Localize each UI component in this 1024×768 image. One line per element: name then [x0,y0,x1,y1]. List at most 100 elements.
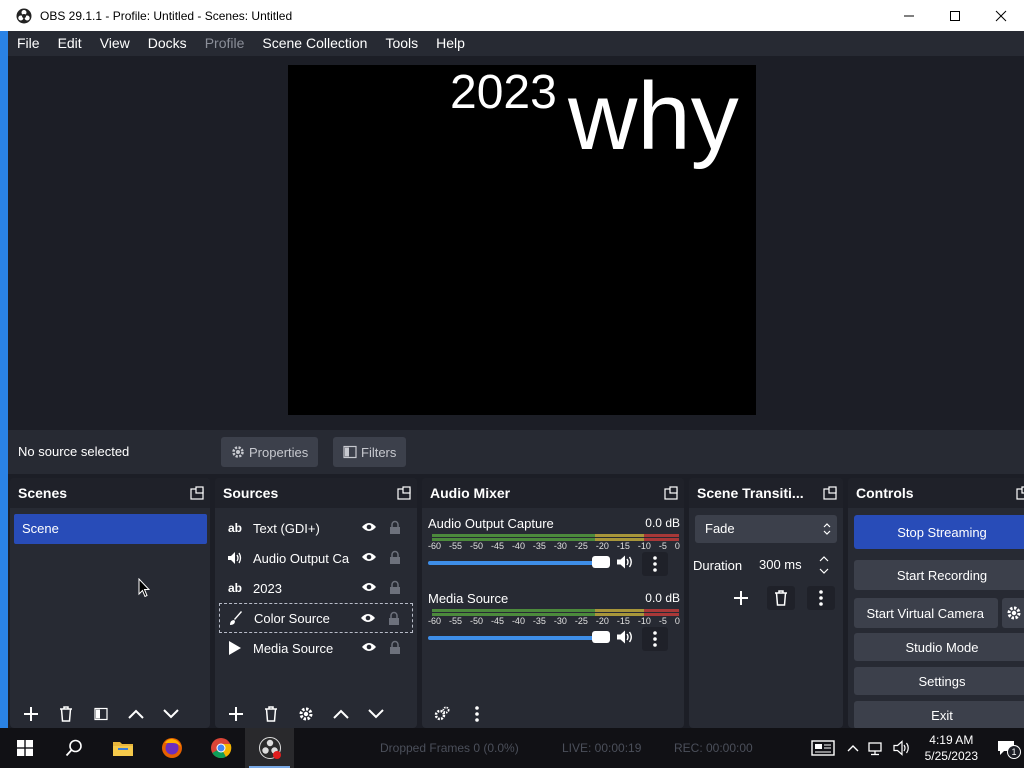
move-scene-up-button[interactable] [122,702,150,726]
meter-tick: -60 [428,541,442,551]
transition-select[interactable]: Fade [695,515,837,543]
lock-icon[interactable] [389,520,401,535]
undock-icon[interactable] [190,486,204,500]
menu-profile[interactable]: Profile [196,31,254,56]
menu-tools[interactable]: Tools [376,31,427,56]
remove-transition-button[interactable] [767,586,795,610]
chevron-up-icon[interactable] [847,744,859,752]
virtual-camera-settings-button[interactable] [1002,598,1024,628]
menu-help[interactable]: Help [427,31,474,56]
meter-tick: -60 [428,616,442,626]
exit-button[interactable]: Exit [854,701,1024,728]
preview-canvas[interactable]: 2023 why [288,65,756,415]
mixer-menu-button[interactable] [463,702,491,726]
folder-icon [112,742,133,756]
advanced-audio-button[interactable] [428,702,456,726]
notifications-button[interactable]: 1 [988,728,1024,768]
more-vertical-icon [653,631,657,647]
scene-item[interactable]: Scene [14,514,207,544]
volume-slider[interactable] [428,561,610,565]
volume-slider[interactable] [428,636,610,640]
transition-properties-button[interactable] [807,586,835,610]
window-titlebar: OBS 29.1.1 - Profile: Untitled - Scenes:… [0,0,1024,31]
channel-menu-button[interactable] [642,627,668,651]
filters-button[interactable]: Filters [333,437,407,467]
search-button[interactable] [49,728,98,768]
obs-logo-icon [16,8,32,23]
undock-icon[interactable] [664,486,678,500]
system-tray: 4:19 AM 5/25/2023 1 [810,728,1024,768]
channel-menu-button[interactable] [642,552,668,576]
lock-icon[interactable] [389,580,401,595]
firefox-button[interactable] [147,728,196,768]
volume-slider-handle[interactable] [592,631,610,643]
start-button[interactable] [0,728,49,768]
close-button[interactable] [978,0,1024,31]
meter-tick: -55 [448,616,462,626]
menu-file[interactable]: File [8,31,49,56]
source-item-text-gdi[interactable]: ab Text (GDI+) [219,513,413,543]
settings-button[interactable]: Settings [854,667,1024,695]
add-scene-button[interactable] [17,702,45,726]
duration-spinbox[interactable]: 300 ms [747,551,837,579]
start-virtual-camera-button[interactable]: Start Virtual Camera [854,598,998,628]
add-transition-button[interactable] [727,586,755,610]
more-vertical-icon [819,590,823,606]
move-source-down-button[interactable] [362,702,390,726]
undock-icon[interactable] [397,486,411,500]
chrome-button[interactable] [196,728,245,768]
volume-slider-handle[interactable] [592,556,610,568]
meter-tick: -50 [469,541,483,551]
move-source-up-button[interactable] [327,702,355,726]
menu-docks[interactable]: Docks [139,31,196,56]
volume-icon[interactable] [616,629,634,645]
sources-footer [215,700,417,728]
eye-icon[interactable] [361,641,377,653]
dropped-frames-status: Dropped Frames 0 (0.0%) [380,741,519,755]
network-icon[interactable] [867,740,885,756]
menu-scene-collection[interactable]: Scene Collection [253,31,376,56]
close-icon [995,10,1007,21]
lock-icon[interactable] [389,640,401,655]
remove-scene-button[interactable] [52,702,80,726]
source-properties-button[interactable] [292,702,320,726]
menu-edit[interactable]: Edit [49,31,91,56]
lock-icon[interactable] [389,550,401,565]
eye-icon[interactable] [361,521,377,533]
start-recording-button[interactable]: Start Recording [854,560,1024,590]
meter-tick: -55 [448,541,462,551]
firefox-icon [161,738,182,758]
source-item-2023[interactable]: ab 2023 [219,573,413,603]
menu-view[interactable]: View [91,31,139,56]
undock-icon[interactable] [1016,486,1024,500]
clock[interactable]: 4:19 AM 5/25/2023 [925,732,978,764]
spin-updown-icon[interactable] [819,555,829,575]
lock-icon[interactable] [388,611,400,626]
undock-icon[interactable] [823,486,837,500]
source-item-audio-output[interactable]: Audio Output Ca [219,543,413,573]
remove-source-button[interactable] [257,702,285,726]
properties-button[interactable]: Properties [221,437,319,467]
scene-filters-button[interactable] [87,702,115,726]
gear-icon [1007,606,1021,620]
source-item-media-source[interactable]: Media Source [219,633,413,663]
move-scene-down-button[interactable] [157,702,185,726]
meter-tick: -45 [490,541,504,551]
maximize-button[interactable] [932,0,978,31]
eye-icon[interactable] [361,581,377,593]
source-item-color-source[interactable]: Color Source [219,603,413,633]
gear-icon [232,446,244,458]
minimize-button[interactable] [886,0,932,31]
volume-icon[interactable] [893,740,911,756]
news-icon[interactable] [810,739,835,757]
sources-list: ab Text (GDI+) Audio Output Ca ab 2023 C… [215,508,417,698]
volume-icon[interactable] [616,554,634,570]
studio-mode-button[interactable]: Studio Mode [854,633,1024,661]
stop-streaming-button[interactable]: Stop Streaming [854,515,1024,549]
meter-tick: -30 [553,616,567,626]
obs-taskbar-button[interactable] [245,728,294,768]
eye-icon[interactable] [361,551,377,563]
file-explorer-button[interactable] [98,728,147,768]
eye-icon[interactable] [360,612,376,624]
add-source-button[interactable] [222,702,250,726]
